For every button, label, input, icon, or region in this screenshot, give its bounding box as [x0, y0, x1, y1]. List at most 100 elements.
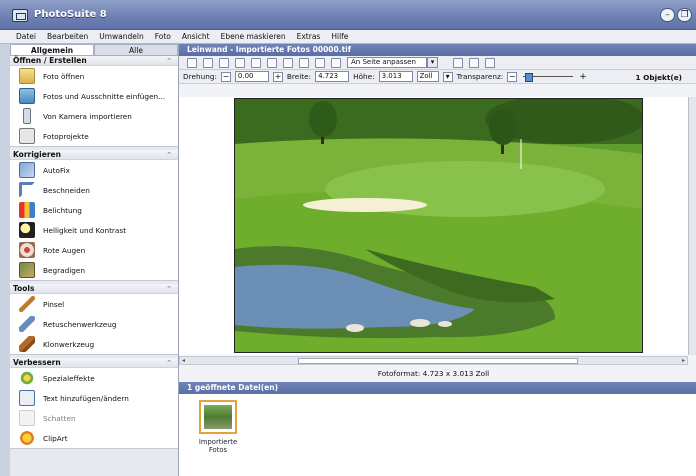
- thumbnail-image: [204, 405, 232, 429]
- task-foto-oeffnen[interactable]: Foto öffnen: [10, 66, 178, 86]
- clipart-icon: [19, 430, 35, 446]
- rotation-label: Drehung:: [183, 72, 217, 81]
- zoom-fit-icon[interactable]: [299, 57, 309, 68]
- photo-format: Fotoformat: 4.723 x 3.013 Zoll: [377, 369, 490, 378]
- workspace: Leinwand - Importierte Fotos 00000.tif A…: [179, 44, 696, 476]
- width-label: Breite:: [286, 72, 312, 81]
- zoom-out-icon[interactable]: [331, 57, 341, 68]
- task-spezialeffekte[interactable]: Spezialeffekte: [10, 368, 178, 388]
- menu-bar: Datei Bearbeiten Umwandeln Foto Ansicht …: [0, 30, 696, 44]
- menu-ansicht[interactable]: Ansicht: [182, 32, 210, 41]
- folder-icon: [19, 68, 35, 84]
- shadow-icon: [19, 410, 35, 426]
- section-title[interactable]: Korrigieren: [10, 150, 178, 160]
- menu-extras[interactable]: Extras: [297, 32, 321, 41]
- vertical-scrollbar[interactable]: [688, 97, 696, 355]
- project-icon: [19, 128, 35, 144]
- retouch-icon: [19, 316, 35, 332]
- red-eye-icon: [19, 242, 35, 258]
- minimize-icon[interactable]: –: [660, 8, 675, 22]
- document-title: Leinwand - Importierte Fotos 00000.tif: [179, 44, 696, 56]
- section-tools: Tools Pinsel Retuschenwerkzeug Klonwerkz…: [10, 284, 178, 355]
- section-title[interactable]: Öffnen / Erstellen: [10, 56, 178, 66]
- rotate-right-icon[interactable]: [267, 57, 277, 68]
- task-klon[interactable]: Klonwerkzeug: [10, 334, 178, 354]
- golf-course-photo[interactable]: [234, 98, 643, 353]
- transparency-slider[interactable]: [523, 73, 574, 82]
- rotation-input[interactable]: 0.00: [234, 71, 269, 82]
- file-caption[interactable]: Importierte Fotos: [193, 438, 243, 454]
- fit-select[interactable]: An Seite anpassen: [347, 57, 438, 68]
- rotation-minus[interactable]: −: [220, 71, 231, 82]
- email-icon[interactable]: [485, 57, 495, 68]
- rotate-left-icon[interactable]: [251, 57, 261, 68]
- menu-umwandeln[interactable]: Umwandeln: [99, 32, 144, 41]
- section-correct: Korrigieren AutoFix Beschneiden Belichtu…: [10, 150, 178, 281]
- undo-icon[interactable]: [187, 57, 197, 68]
- horizontal-scrollbar[interactable]: ◂ ▸: [179, 356, 688, 365]
- task-fotos-einfuegen[interactable]: Fotos und Ausschnitte einfügen...: [10, 86, 178, 106]
- transparency-plus[interactable]: +: [579, 72, 587, 82]
- tab-allgemein[interactable]: Allgemein: [10, 44, 94, 56]
- scroll-left-icon[interactable]: ◂: [182, 357, 185, 364]
- menu-bearbeiten[interactable]: Bearbeiten: [47, 32, 88, 41]
- brush-icon: [19, 296, 35, 312]
- clone-icon: [19, 336, 35, 352]
- task-helligkeit[interactable]: Helligkeit und Kontrast: [10, 220, 178, 240]
- restore-icon[interactable]: ❐: [677, 8, 692, 22]
- add-photos-icon: [19, 88, 35, 104]
- file-thumbnail[interactable]: [199, 400, 237, 434]
- task-kamera-import[interactable]: Von Kamera importieren: [10, 106, 178, 126]
- rotation-plus[interactable]: +: [272, 71, 283, 82]
- layers-icon[interactable]: [283, 57, 293, 68]
- open-files-header: 1 geöffnete Datei(en): [179, 382, 696, 394]
- photo-image: [235, 99, 642, 352]
- window-controls: – ❐: [660, 8, 692, 22]
- autofix-icon: [19, 162, 35, 178]
- task-autofix[interactable]: AutoFix: [10, 160, 178, 180]
- tab-alle[interactable]: Alle: [94, 44, 178, 56]
- object-count: 1 Objekt(e): [635, 73, 682, 82]
- task-rote-augen[interactable]: Rote Augen: [10, 240, 178, 260]
- window-title: PhotoSuite 8: [34, 9, 107, 20]
- section-title[interactable]: Verbessern: [10, 358, 178, 368]
- section-title[interactable]: Tools: [10, 284, 178, 294]
- exposure-icon: [19, 202, 35, 218]
- save-icon[interactable]: [219, 57, 229, 68]
- menu-foto[interactable]: Foto: [155, 32, 171, 41]
- width-input[interactable]: 4.723: [315, 71, 350, 82]
- save-as-icon[interactable]: [235, 57, 245, 68]
- task-belichtung[interactable]: Belichtung: [10, 200, 178, 220]
- print-icon[interactable]: [469, 57, 479, 68]
- menu-datei[interactable]: Datei: [16, 32, 36, 41]
- canvas-area: [179, 97, 688, 355]
- panel-tabs: Allgemein Alle: [10, 44, 178, 56]
- transparency-label: Transparenz:: [456, 72, 504, 81]
- task-pinsel[interactable]: Pinsel: [10, 294, 178, 314]
- app-icon: [12, 9, 28, 22]
- scroll-thumb[interactable]: [298, 358, 578, 364]
- redo-icon[interactable]: [203, 57, 213, 68]
- scroll-right-icon[interactable]: ▸: [682, 357, 685, 364]
- task-text[interactable]: Text hinzufügen/ändern: [10, 388, 178, 408]
- task-fotoprojekte[interactable]: Fotoprojekte: [10, 126, 178, 146]
- unit-dropdown-icon[interactable]: ▾: [442, 71, 453, 82]
- unit-select[interactable]: Zoll: [416, 71, 439, 82]
- menu-hilfe[interactable]: Hilfe: [331, 32, 348, 41]
- menu-ebene-maskieren[interactable]: Ebene maskieren: [221, 32, 286, 41]
- height-label: Höhe:: [353, 72, 375, 81]
- zoom-in-icon[interactable]: [315, 57, 325, 68]
- task-schatten: Schatten: [10, 408, 178, 428]
- task-retusche[interactable]: Retuschenwerkzeug: [10, 314, 178, 334]
- height-input[interactable]: 3.013: [378, 71, 413, 82]
- transparency-minus[interactable]: −: [507, 71, 518, 82]
- task-beschneiden[interactable]: Beschneiden: [10, 180, 178, 200]
- brightness-icon: [19, 222, 35, 238]
- task-begradigen[interactable]: Begradigen: [10, 260, 178, 280]
- export-icon[interactable]: [453, 57, 463, 68]
- task-clipart[interactable]: ClipArt: [10, 428, 178, 448]
- open-files-tray: Importierte Fotos: [179, 394, 696, 476]
- crop-icon: [19, 182, 35, 198]
- section-enhance: Verbessern Spezialeffekte Text hinzufüge…: [10, 358, 178, 449]
- straighten-icon: [19, 262, 35, 278]
